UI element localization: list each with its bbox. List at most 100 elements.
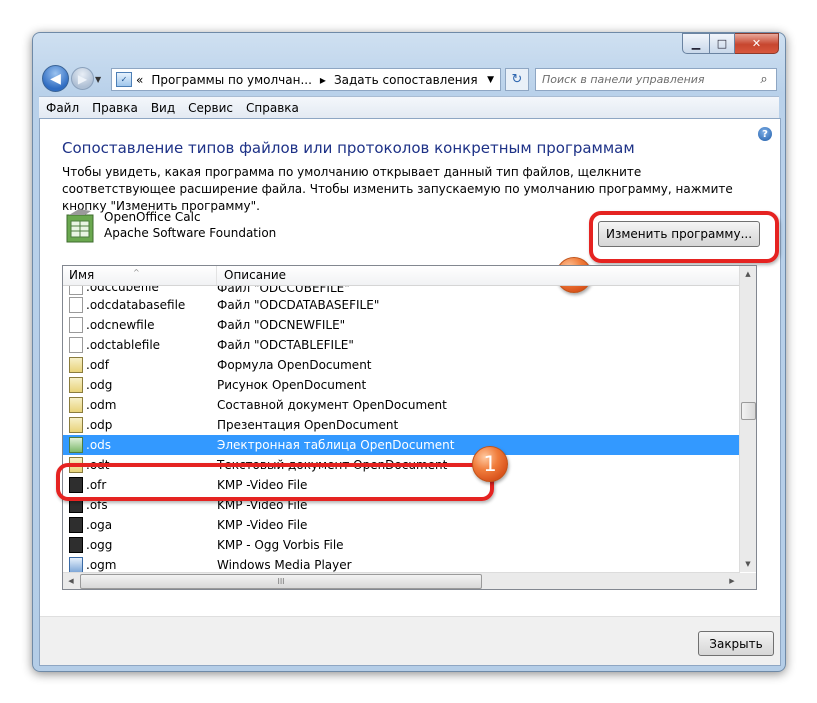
extension-label: .odctablefile: [86, 338, 161, 352]
address-chevron[interactable]: «: [136, 73, 143, 87]
highlight-change-program: [589, 211, 779, 263]
control-panel-icon: ✓: [116, 72, 132, 87]
list-item-name: .ogm: [63, 557, 216, 573]
sort-ascending-icon: ^: [133, 268, 140, 277]
vertical-scroll-thumb[interactable]: [741, 402, 756, 420]
opendocument-file-icon: [69, 417, 83, 433]
extension-label: .ogg: [86, 538, 113, 552]
vertical-scrollbar[interactable]: ▲ ▼: [739, 266, 756, 572]
media-player-file-icon: [69, 557, 83, 573]
extension-label: .ogm: [86, 558, 117, 572]
blank-file-icon: [69, 337, 83, 353]
list-item[interactable]: .odcnewfile Файл "ODCNEWFILE": [63, 315, 740, 335]
menu-bar: Файл Правка Вид Сервис Справка: [39, 96, 779, 119]
blank-file-icon: [69, 286, 83, 295]
scroll-left-arrow[interactable]: ◀: [63, 573, 79, 589]
list-item-name: .odm: [63, 397, 216, 413]
menu-file[interactable]: Файл: [46, 101, 79, 115]
page-title: Сопоставление типов файлов или протоколо…: [62, 139, 635, 157]
maximize-button[interactable]: □: [710, 33, 735, 54]
address-bar[interactable]: ✓ « Программы по умолчан... ▸ Задать соп…: [111, 68, 501, 91]
list-item[interactable]: .odg Рисунок OpenDocument: [63, 375, 740, 395]
list-rows: .odccubefile Файл "ODCCUBEFILE" .odcdata…: [63, 286, 740, 575]
recent-pages-dropdown[interactable]: ▼: [95, 75, 101, 84]
list-item-description: Файл "ODCNEWFILE": [217, 318, 346, 332]
opendocument-file-icon: [69, 397, 83, 413]
list-item[interactable]: .odf Формула OpenDocument: [63, 355, 740, 375]
breadcrumb-separator: ▸: [319, 72, 326, 87]
search-placeholder: Поиск в панели управления: [542, 73, 705, 86]
scroll-right-arrow[interactable]: ▶: [724, 573, 740, 589]
back-button[interactable]: ◀: [42, 65, 69, 92]
openoffice-calc-icon: [66, 209, 94, 243]
breadcrumb-default-programs[interactable]: Программы по умолчан...: [151, 73, 312, 87]
search-icon[interactable]: ⌕: [756, 72, 772, 88]
list-item[interactable]: .ods Электронная таблица OpenDocument: [63, 435, 740, 455]
opendocument-file-icon: [69, 377, 83, 393]
file-type-list[interactable]: ^ Имя Описание .odccubefile Файл "ODCCUB…: [62, 265, 757, 590]
extension-label: .ods: [86, 438, 112, 452]
close-button[interactable]: Закрыть: [698, 631, 774, 656]
list-item[interactable]: .oga KMP -Video File: [63, 515, 740, 535]
refresh-button[interactable]: ↻: [505, 68, 529, 91]
app-name: OpenOffice Calc: [104, 210, 201, 224]
list-item-description: Рисунок OpenDocument: [217, 378, 367, 392]
list-header: ^ Имя Описание: [63, 266, 740, 286]
breadcrumb-set-associations[interactable]: Задать сопоставления: [334, 73, 478, 87]
list-item-description: Файл "ODCDATABASEFILE": [217, 298, 380, 312]
list-item[interactable]: .odp Презентация OpenDocument: [63, 415, 740, 435]
list-item-description: Файл "ODCTABLEFILE": [217, 338, 354, 352]
content-pane: ? Сопоставление типов файлов или протоко…: [39, 118, 781, 666]
kmplayer-file-icon: [69, 517, 83, 533]
address-dropdown-icon[interactable]: ▼: [487, 75, 494, 85]
extension-label: .odcdatabasefile: [86, 298, 186, 312]
extension-label: .odf: [86, 358, 109, 372]
menu-tools[interactable]: Сервис: [188, 101, 233, 115]
menu-view[interactable]: Вид: [151, 101, 175, 115]
list-item-description: Составной документ OpenDocument: [217, 398, 447, 412]
bottom-bar: [40, 616, 780, 665]
list-item[interactable]: .ogg KMP - Ogg Vorbis File: [63, 535, 740, 555]
list-item-name: .ods: [63, 437, 216, 453]
kmplayer-file-icon: [69, 537, 83, 553]
step-badge-1: 1: [472, 446, 508, 482]
list-item-description: Формула OpenDocument: [217, 358, 372, 372]
scroll-down-arrow[interactable]: ▼: [740, 556, 756, 572]
highlight-ods-row: [56, 463, 494, 501]
list-item-description: Windows Media Player: [217, 558, 352, 572]
list-item[interactable]: .odccubefile Файл "ODCCUBEFILE": [63, 286, 740, 295]
list-item[interactable]: .odm Составной документ OpenDocument: [63, 395, 740, 415]
extension-label: .odg: [86, 378, 113, 392]
extension-label: .oga: [86, 518, 113, 532]
extension-label: .odm: [86, 398, 117, 412]
column-header-name[interactable]: ^ Имя: [63, 266, 217, 285]
blank-file-icon: [69, 317, 83, 333]
minimize-button[interactable]: ▁: [682, 33, 710, 54]
page-description: Чтобы увидеть, какая программа по умолча…: [62, 165, 733, 213]
list-item-name: .oga: [63, 517, 216, 533]
scrollbar-corner: [740, 573, 756, 589]
list-item-description: Электронная таблица OpenDocument: [217, 438, 455, 452]
list-item-name: .odg: [63, 377, 216, 393]
opendocument-file-icon: [69, 357, 83, 373]
search-input[interactable]: Поиск в панели управления ⌕: [535, 68, 777, 91]
help-icon[interactable]: ?: [758, 127, 772, 141]
scroll-up-arrow[interactable]: ▲: [740, 266, 756, 282]
menu-edit[interactable]: Правка: [92, 101, 138, 115]
control-panel-window: ▁ □ ✕ ◀ ▶ ▼ ✓ « Программы по умолчан... …: [32, 32, 786, 672]
horizontal-scroll-thumb[interactable]: III: [80, 574, 482, 589]
list-item-name: .odctablefile: [63, 337, 216, 353]
horizontal-scrollbar[interactable]: ◀ III ▶: [63, 572, 740, 589]
list-item[interactable]: .odcdatabasefile Файл "ODCDATABASEFILE": [63, 295, 740, 315]
menu-help[interactable]: Справка: [246, 101, 299, 115]
list-item-description: KMP - Ogg Vorbis File: [217, 538, 344, 552]
close-window-button[interactable]: ✕: [735, 33, 779, 54]
column-header-description[interactable]: Описание: [217, 266, 286, 285]
list-item-description: Презентация OpenDocument: [217, 418, 399, 432]
list-item-name: .odp: [63, 417, 216, 433]
list-item[interactable]: .odctablefile Файл "ODCTABLEFILE": [63, 335, 740, 355]
extension-label: .odcnewfile: [86, 318, 155, 332]
selected-app-info: OpenOffice Calc Apache Software Foundati…: [104, 209, 276, 241]
list-item-name: .odcnewfile: [63, 317, 216, 333]
forward-button[interactable]: ▶: [71, 67, 94, 90]
